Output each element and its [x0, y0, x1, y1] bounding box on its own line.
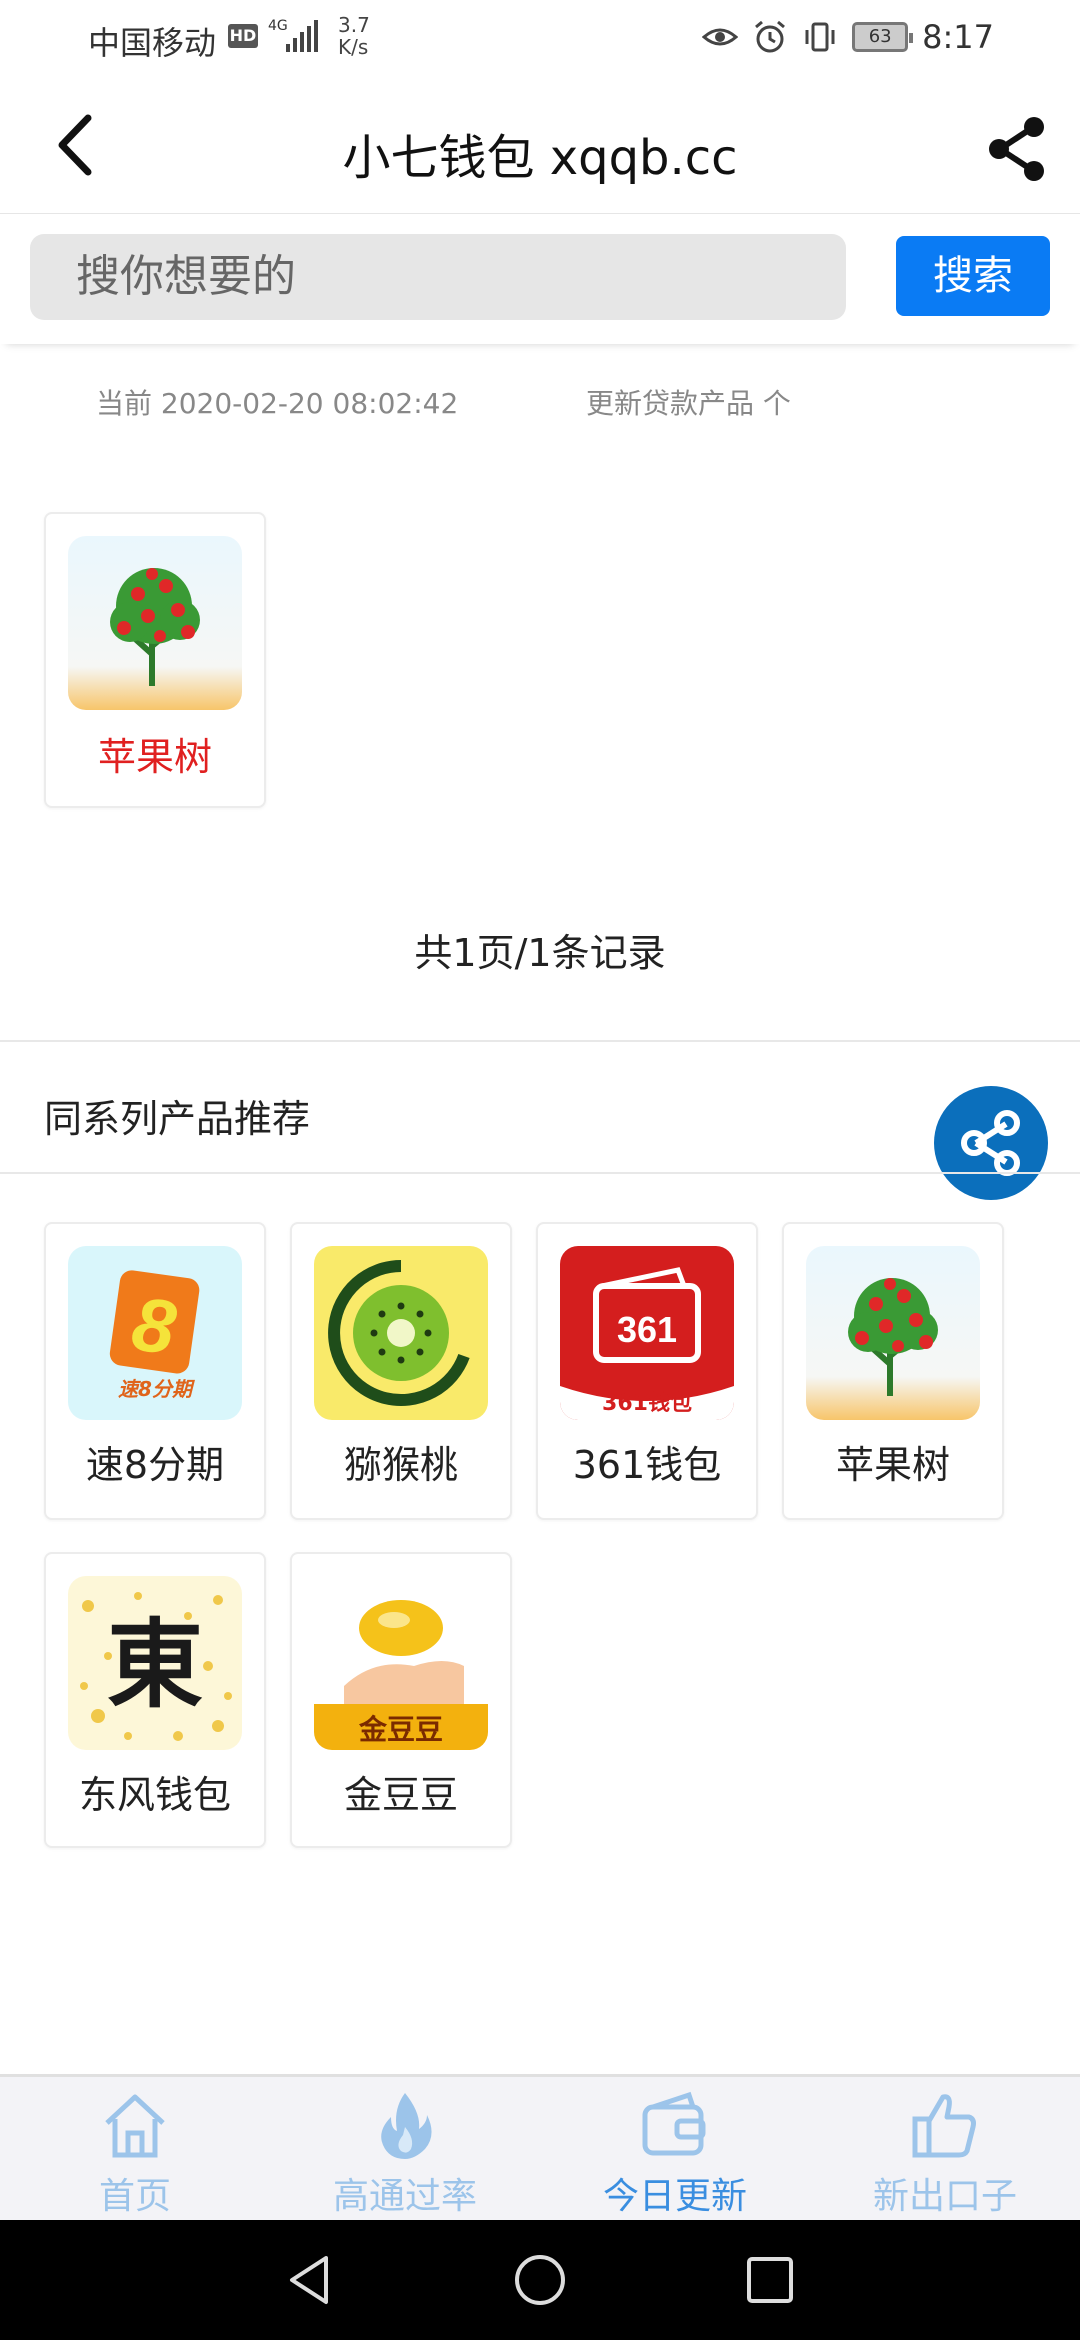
nav-high-pass[interactable]: 高通过率	[270, 2077, 540, 2223]
pagination-summary: 共1页/1条记录	[414, 931, 666, 975]
nav-new-products[interactable]: 新出口子	[810, 2077, 1080, 2223]
search-input[interactable]: 搜你想要的	[30, 234, 846, 320]
product-name: 金豆豆	[343, 1773, 458, 1817]
product-name: 猕猴桃	[343, 1443, 458, 1487]
system-nav-bar	[0, 2220, 1080, 2340]
gold-bean-icon: 金豆豆	[314, 1576, 488, 1750]
thumbs-up-icon	[912, 2094, 976, 2158]
update-count-label: 更新贷款产品 个	[586, 387, 791, 420]
product-card[interactable]: 猕猴桃	[290, 1222, 512, 1520]
nav-home[interactable]: 首页	[0, 2077, 270, 2223]
eye-icon	[702, 28, 739, 46]
nav-today-update[interactable]: 今日更新	[540, 2077, 810, 2223]
nav-label: 首页	[98, 2176, 171, 2217]
home-icon	[105, 2094, 165, 2158]
share-fab[interactable]	[934, 1086, 1048, 1200]
product-card[interactable]: 苹果树	[782, 1222, 1004, 1520]
net-speed-value: 3.7	[338, 13, 370, 37]
status-bar: 中国移动 HD 4G 3.7 K/s 63 8:17	[0, 0, 1080, 80]
battery-icon: 63	[852, 22, 914, 52]
net-speed-unit: K/s	[338, 35, 369, 59]
wallet-icon	[642, 2091, 706, 2156]
current-timestamp: 当前 2020-02-20 08:02:42	[96, 387, 459, 420]
product-card[interactable]: 金豆豆 金豆豆	[290, 1552, 512, 1848]
back-triangle-icon[interactable]	[280, 2250, 340, 2310]
nav-label: 新出口子	[872, 2176, 1017, 2217]
bottom-nav: 首页 高通过率 今日更新 新出口子	[0, 2074, 1080, 2220]
app-header: 小七钱包 xqqb.cc	[0, 80, 1080, 214]
product-card[interactable]: 361 361钱包 361钱包	[536, 1222, 758, 1520]
nav-label: 高通过率	[332, 2176, 477, 2217]
home-circle-icon[interactable]	[510, 2250, 570, 2310]
product-card[interactable]: 東 东风钱包	[44, 1552, 266, 1848]
app-screen: 中国移动 HD 4G 3.7 K/s 63 8:17 小七钱包 xqqb.cc …	[0, 0, 1080, 2340]
wallet-361-icon-number: 361	[617, 1309, 677, 1350]
dongfeng-icon-glyph: 東	[107, 1608, 203, 1721]
vibrate-icon	[805, 22, 835, 52]
share-icon	[961, 1110, 1020, 1176]
hd-badge: HD	[228, 24, 258, 48]
divider	[0, 1040, 1080, 1042]
search-button[interactable]: 搜索	[896, 236, 1050, 316]
wallet-361-icon: 361 361钱包	[560, 1246, 734, 1420]
share-icon[interactable]	[982, 114, 1052, 184]
product-name: 速8分期	[85, 1443, 225, 1487]
carrier-label: 中国移动	[88, 24, 217, 62]
apple-tree-icon	[806, 1246, 980, 1420]
product-card-result[interactable]: 苹果树	[44, 512, 266, 808]
su8-icon-wordmark: 速8分期	[118, 1377, 195, 1401]
section-title: 同系列产品推荐	[44, 1097, 311, 1141]
net-speed: 3.7 K/s	[338, 14, 370, 58]
product-name: 苹果树	[97, 735, 212, 779]
page-title: 小七钱包 xqqb.cc	[342, 130, 738, 186]
alarm-icon	[755, 20, 786, 53]
product-card[interactable]: 8 速8分期 速8分期	[44, 1222, 266, 1520]
clock: 8:17	[922, 18, 994, 56]
apple-tree-icon	[68, 536, 242, 710]
divider	[0, 1172, 1080, 1174]
su8-icon: 8 速8分期	[68, 1246, 242, 1420]
gold-bean-icon-wordmark: 金豆豆	[358, 1713, 443, 1746]
dongfeng-icon: 東	[68, 1576, 242, 1750]
kiwi-icon	[314, 1246, 488, 1420]
wallet-361-icon-wordmark: 361钱包	[602, 1390, 692, 1416]
product-name: 361钱包	[572, 1443, 722, 1487]
product-name: 东风钱包	[78, 1773, 231, 1817]
status-icons: 63 8:17	[702, 18, 994, 56]
search-bar: 搜你想要的 搜索	[0, 214, 1080, 344]
recents-square-icon[interactable]	[740, 2250, 800, 2310]
product-name: 苹果树	[835, 1443, 950, 1487]
signal-icon	[286, 20, 318, 52]
flame-icon	[381, 2093, 432, 2159]
nav-label: 今日更新	[602, 2176, 747, 2217]
